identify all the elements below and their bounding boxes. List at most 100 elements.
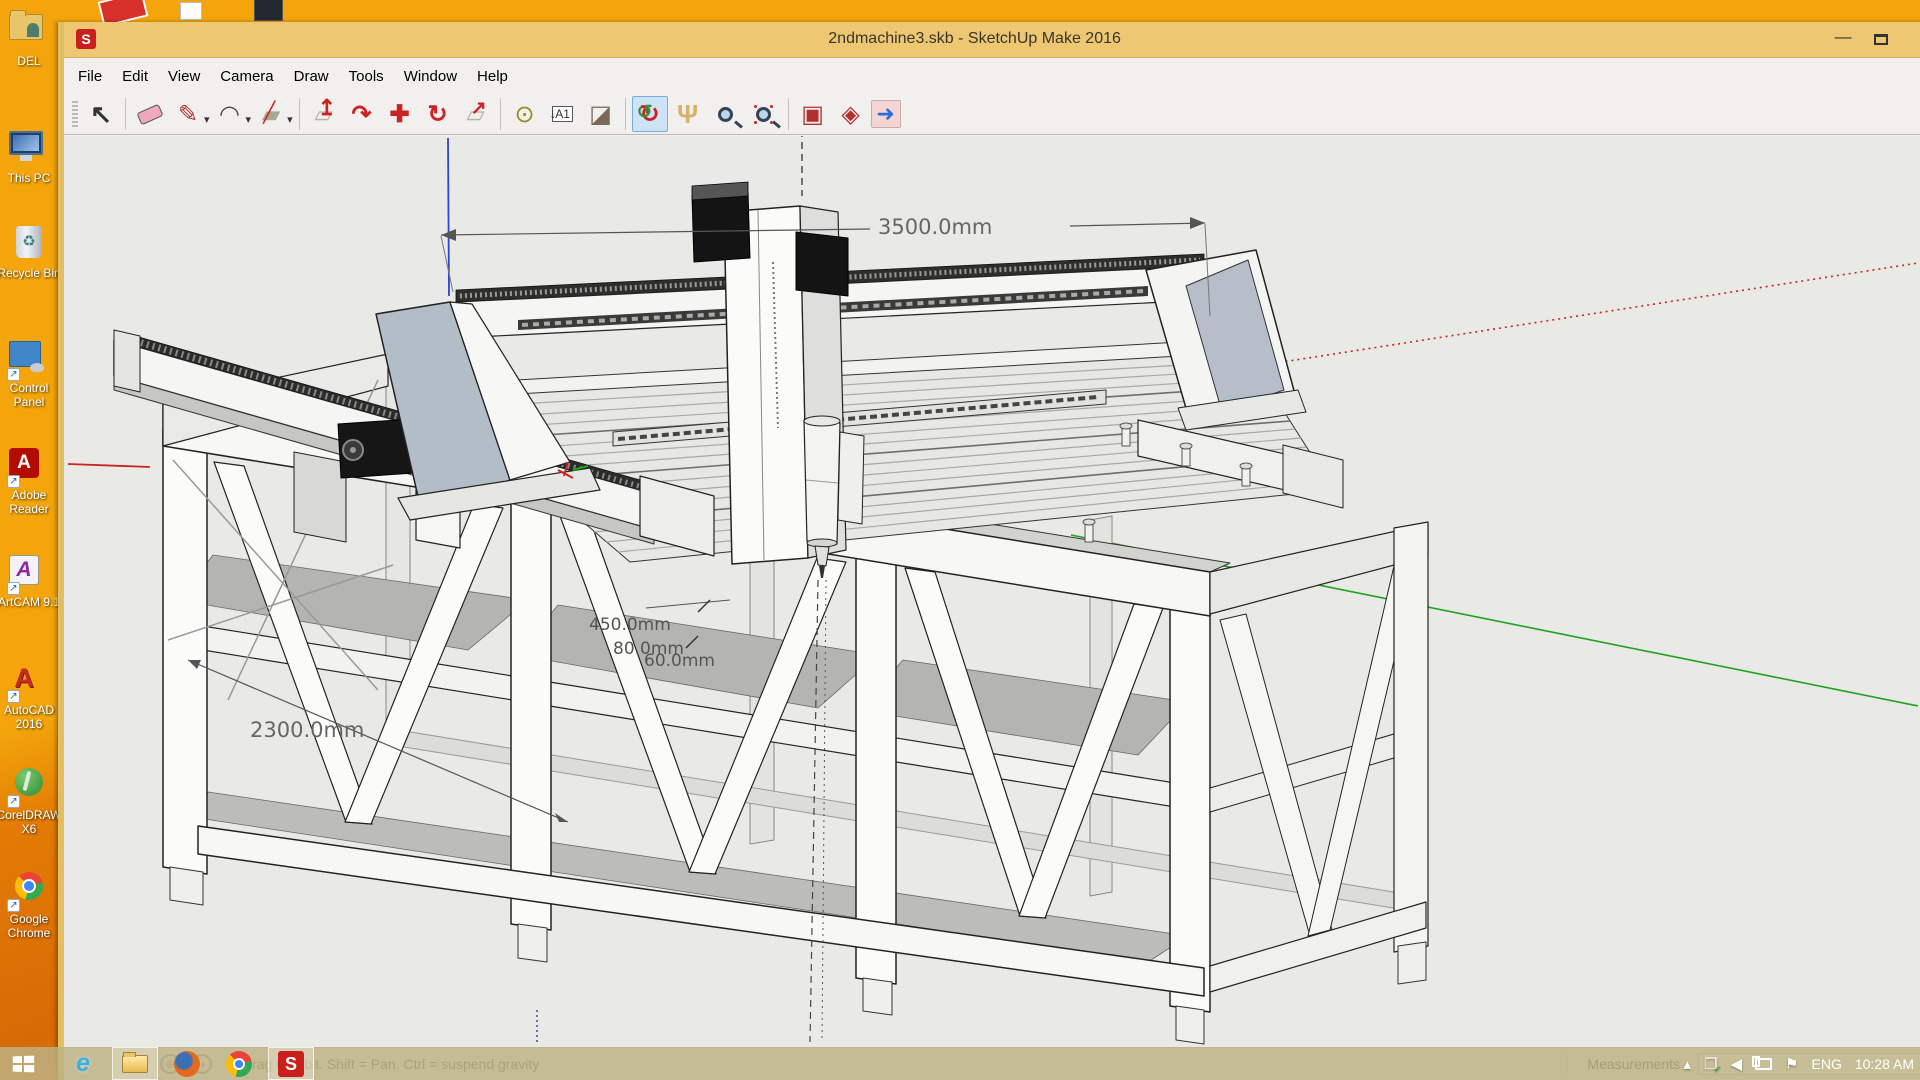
- scale-tool-icon[interactable]: ▱↗: [458, 96, 494, 132]
- screen: DELThis PC♻Recycle Bin↗Control PanelA↗Ad…: [0, 0, 1920, 1080]
- toolbar-separator: [125, 98, 126, 130]
- move-tool-icon[interactable]: ✚: [382, 96, 418, 132]
- taskbar-firefox[interactable]: [164, 1047, 210, 1080]
- dim-depth-label: 2300.0mm: [250, 718, 364, 742]
- menu-view[interactable]: View: [158, 63, 210, 90]
- toolbar-separator: [500, 98, 501, 130]
- arc-tool-icon[interactable]: ◠: [212, 96, 248, 132]
- menu-bar: FileEditViewCameraDrawToolsWindowHelp: [64, 58, 1920, 94]
- toolbar-separator: [299, 98, 300, 130]
- zoom-extents-tool-icon[interactable]: [746, 96, 782, 132]
- shortcut-arrow-icon: ↗: [7, 475, 20, 488]
- maximize-icon: [1874, 34, 1888, 45]
- rotate-tool-icon[interactable]: ↻: [420, 96, 456, 132]
- action-center-flag-icon[interactable]: ⚑: [1785, 1055, 1798, 1073]
- adobe-icon: A: [9, 448, 39, 478]
- dropbox-icon[interactable]: ❒✔: [1704, 1055, 1717, 1073]
- autocad-icon: A: [9, 663, 39, 693]
- desktop-icon-label: AutoCAD 2016: [0, 703, 58, 731]
- cpl-icon: [9, 341, 41, 367]
- menu-tools[interactable]: Tools: [339, 63, 394, 90]
- language-indicator[interactable]: ENG: [1812, 1056, 1842, 1072]
- warehouse-tool-icon[interactable]: ▣: [795, 96, 831, 132]
- toolbar-drag-handle[interactable]: [72, 99, 78, 129]
- export-tool-icon[interactable]: ➜: [871, 100, 901, 128]
- desktop-icon-autocad[interactable]: A↗AutoCAD 2016: [0, 659, 58, 731]
- bin-icon: ♻: [16, 226, 42, 258]
- desktop-icon-adobe[interactable]: A↗Adobe Reader: [0, 444, 58, 516]
- clock[interactable]: 10:28 AM: [1855, 1056, 1914, 1072]
- orbit-tool-icon[interactable]: ↻↺: [632, 96, 668, 132]
- network-icon[interactable]: [1755, 1058, 1772, 1070]
- dimension-tool-icon[interactable]: A1↓: [545, 96, 581, 132]
- menu-draw[interactable]: Draw: [284, 63, 339, 90]
- desktop-icon-label: Recycle Bin: [0, 266, 58, 280]
- partial-desktop-icon-doc[interactable]: [180, 2, 202, 20]
- desktop-icon-corel[interactable]: ↗CorelDRAW X6: [0, 764, 58, 836]
- cnc-machine-model: [114, 182, 1428, 1045]
- extension-tool-icon[interactable]: ◈: [833, 96, 869, 132]
- menu-camera[interactable]: Camera: [210, 63, 283, 90]
- window-title: 2ndmachine3.skb - SketchUp Make 2016: [828, 30, 1121, 48]
- desktop-icon-label: Google Chrome: [0, 912, 58, 940]
- shortcut-arrow-icon: ↗: [7, 690, 20, 703]
- volume-icon[interactable]: ◀: [1731, 1055, 1743, 1073]
- shortcut-arrow-icon: ↗: [7, 368, 20, 381]
- desktop-icon-artcam[interactable]: A↗ArtCAM 9.1: [0, 551, 58, 609]
- toolbar-separator: [788, 98, 789, 130]
- desktop-icon-label: Adobe Reader: [0, 488, 58, 516]
- pc-icon: [9, 131, 43, 155]
- desktop-icon-chrome[interactable]: ↗Google Chrome: [0, 868, 58, 940]
- followme-tool-icon[interactable]: ↷: [344, 96, 380, 132]
- model-viewport[interactable]: 3500.0mm 2300.0mm 450.0mm 80.0mm 60.0mm: [64, 136, 1920, 1047]
- sketchup-icon: S: [278, 1051, 304, 1077]
- pushpull-tool-icon[interactable]: ▱↥: [306, 96, 342, 132]
- toolbar-separator: [625, 98, 626, 130]
- select-tool-icon[interactable]: ↖: [83, 96, 119, 132]
- title-bar[interactable]: S 2ndmachine3.skb - SketchUp Make 2016 —: [64, 22, 1920, 58]
- eraser-tool-icon[interactable]: [132, 96, 168, 132]
- corel-icon: [15, 768, 43, 796]
- model-canvas[interactable]: 3500.0mm 2300.0mm 450.0mm 80.0mm 60.0mm: [64, 136, 1918, 1047]
- taskbar-internet-explorer[interactable]: e: [60, 1047, 106, 1080]
- desktop-icon-label: Control Panel: [0, 381, 58, 409]
- menu-help[interactable]: Help: [467, 63, 518, 90]
- sketchup-app-icon: S: [76, 29, 96, 49]
- tape-tool-icon[interactable]: ⊙: [507, 96, 543, 132]
- menu-edit[interactable]: Edit: [112, 63, 158, 90]
- taskbar-file-explorer[interactable]: [112, 1047, 158, 1080]
- desktop-icon-pc[interactable]: This PC: [0, 126, 58, 185]
- taskbar-chrome[interactable]: [216, 1047, 262, 1080]
- windows-logo-icon: [13, 1055, 34, 1072]
- rectangle-tool-icon[interactable]: ▰╱: [253, 96, 289, 132]
- maximize-button[interactable]: [1864, 22, 1898, 58]
- dim-small-1: 450.0mm: [589, 615, 671, 635]
- file-explorer-icon: [122, 1055, 148, 1073]
- desktop-icon-label: DEL: [0, 54, 58, 68]
- menu-window[interactable]: Window: [394, 63, 467, 90]
- pan-tool-icon[interactable]: Ψ: [670, 96, 706, 132]
- menu-file[interactable]: File: [68, 63, 112, 90]
- minimize-button[interactable]: —: [1826, 22, 1860, 58]
- dropbox-check-icon: ✔: [1714, 1064, 1722, 1075]
- toolbar: ↖✎▾◠▾▰╱▾▱↥↷✚↻▱↗⊙A1↓◪↻↺Ψ▣◈➜: [64, 94, 1920, 135]
- tray-expand-icon[interactable]: ▴: [1684, 1055, 1692, 1073]
- shortcut-arrow-icon: ↗: [7, 795, 20, 808]
- partial-desktop-icon-photo[interactable]: [254, 0, 283, 21]
- desktop-icon-label: CorelDRAW X6: [0, 808, 58, 836]
- dim-width-label: 3500.0mm: [878, 215, 992, 239]
- start-button[interactable]: [0, 1047, 46, 1080]
- desktop-icon-bin[interactable]: ♻ Recycle Bin: [0, 224, 58, 280]
- chrome-icon: [226, 1051, 252, 1077]
- sketchup-window: S 2ndmachine3.skb - SketchUp Make 2016 —…: [58, 22, 1920, 1080]
- internet-explorer-icon: e: [76, 1049, 90, 1078]
- zoom-tool-icon[interactable]: [708, 96, 744, 132]
- paint-tool-icon[interactable]: ◪: [583, 96, 619, 132]
- desktop-icon-cpl[interactable]: ↗Control Panel: [0, 336, 58, 409]
- desktop-icon-folder[interactable]: DEL: [0, 6, 58, 68]
- line-tool-icon[interactable]: ✎: [170, 96, 206, 132]
- shortcut-arrow-icon: ↗: [7, 582, 20, 595]
- taskbar-sketchup[interactable]: S: [268, 1047, 314, 1080]
- desktop-icon-label: ArtCAM 9.1: [0, 595, 58, 609]
- dim-small-3: 60.0mm: [644, 651, 715, 671]
